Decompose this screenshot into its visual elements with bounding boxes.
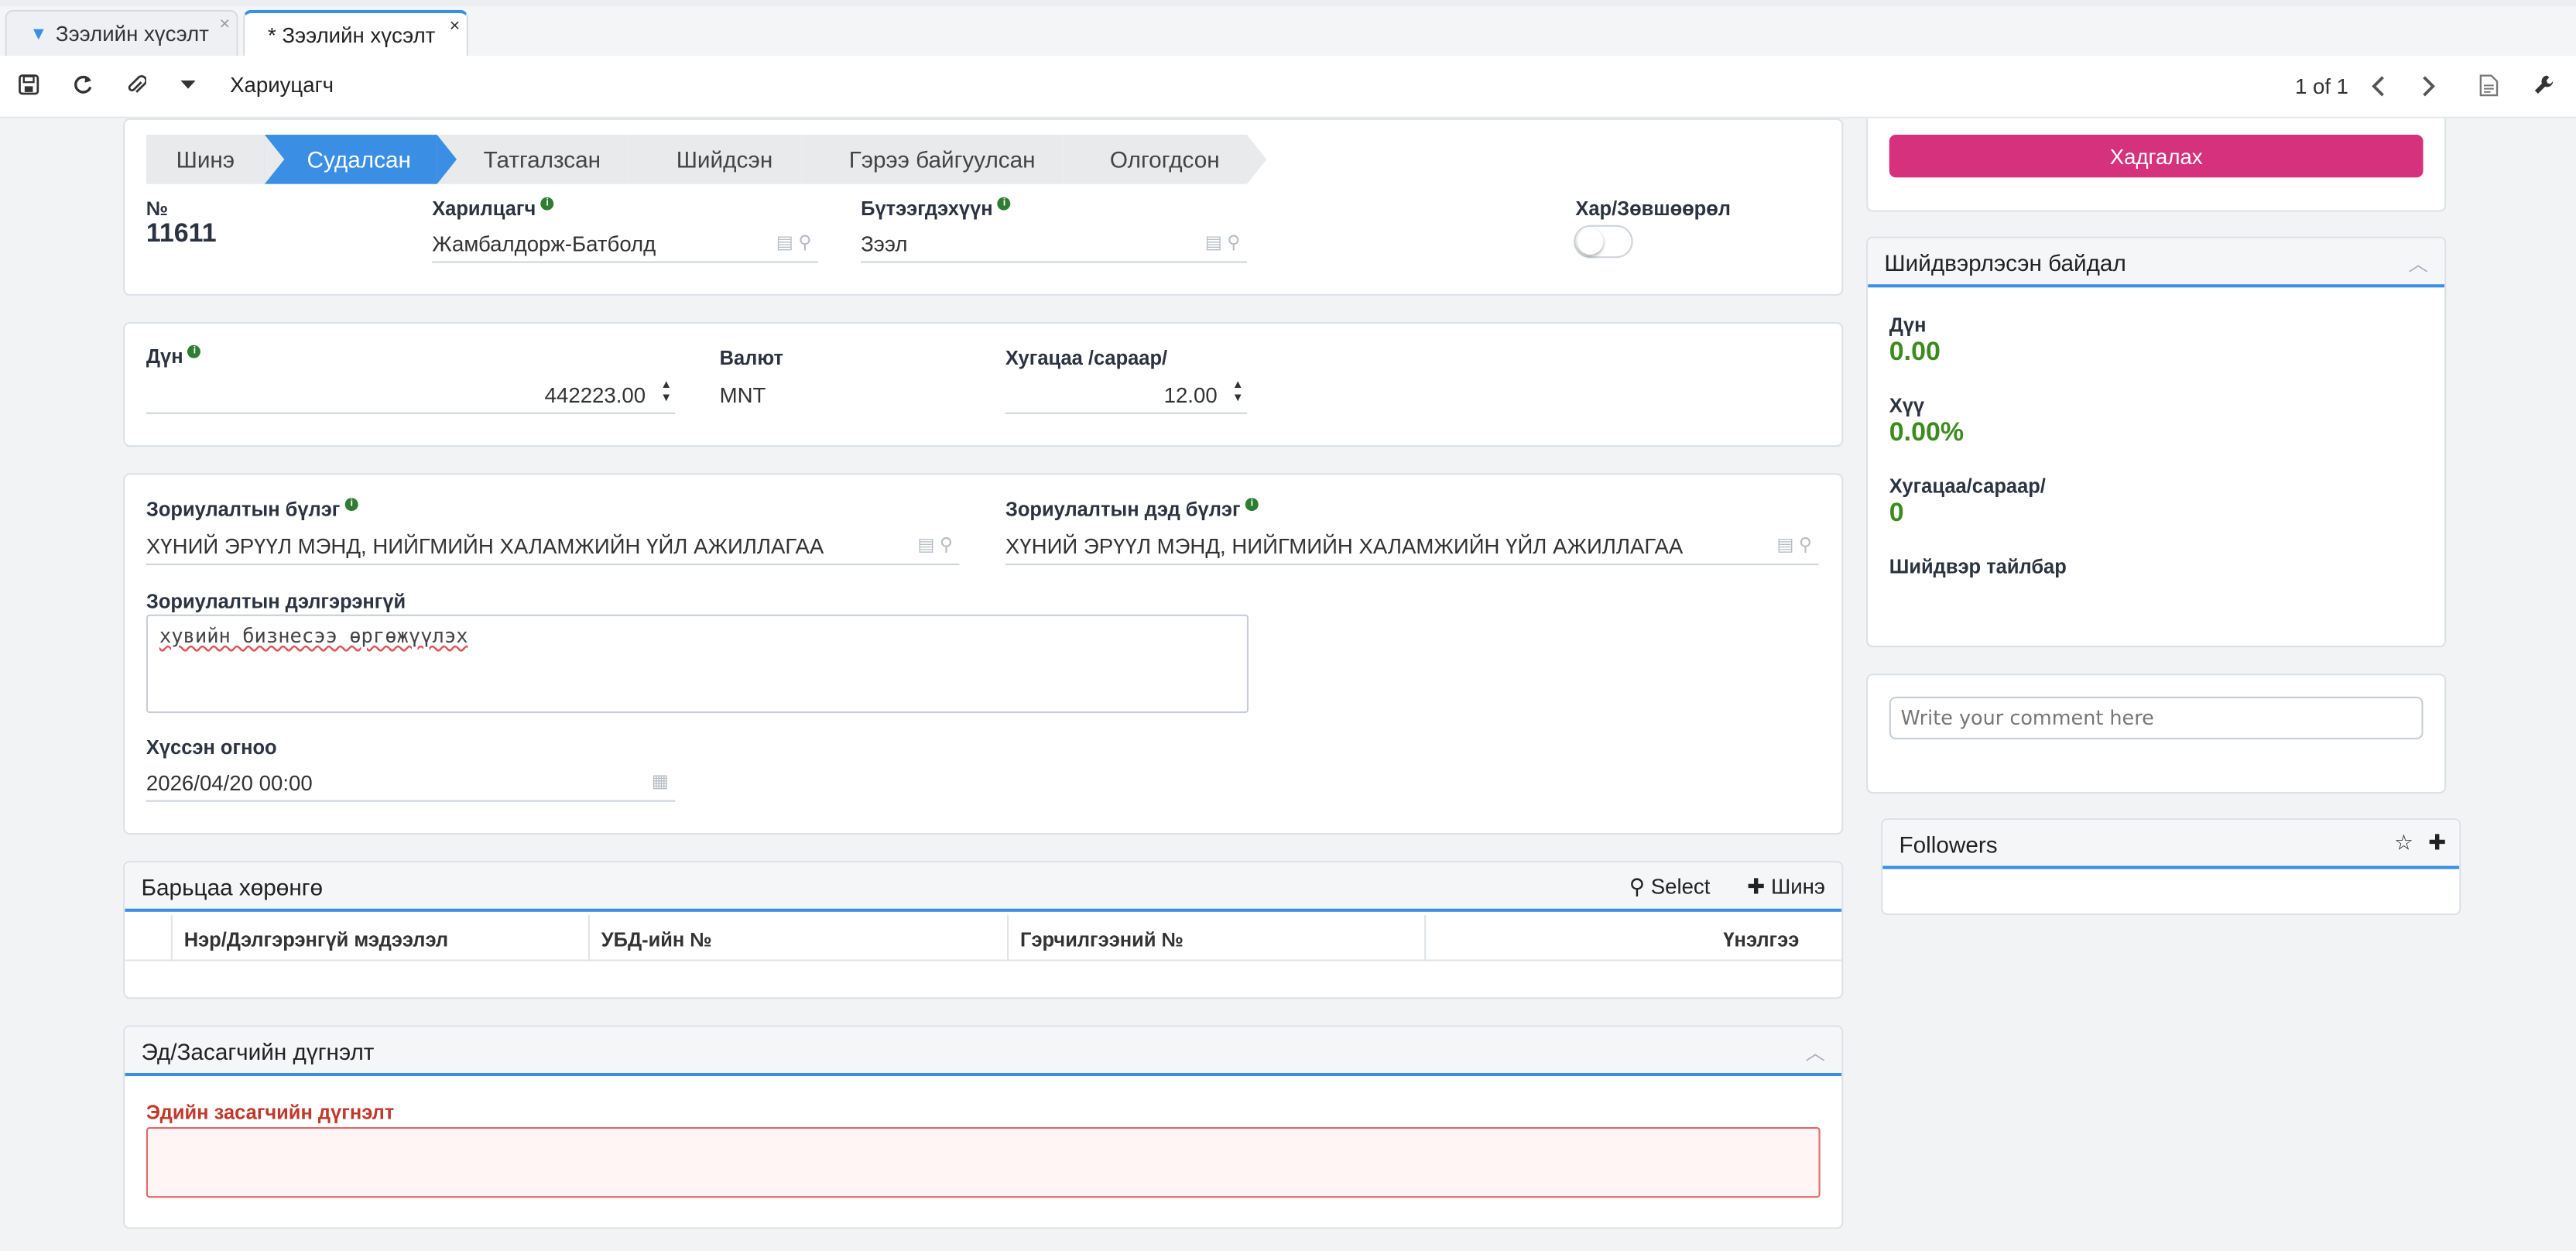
decision-term-value: 0 [1889, 499, 1904, 528]
amount-label: Дүн i [146, 344, 201, 368]
column-header-ubd[interactable]: УБД-ийн № [601, 928, 712, 951]
purpose-detail-textarea[interactable]: хувийн бизнесээ өргөжүүлэх [146, 614, 1249, 714]
decision-rate-value: 0.00% [1889, 419, 1965, 447]
info-icon: i [344, 498, 358, 512]
economist-title: Эд/Засагчийн дүгнэлт [141, 1038, 375, 1065]
followers-header: Followers ☆ ✚ [1882, 820, 2460, 869]
toolbar: Хариуцагч 1 of 1 [0, 56, 2576, 118]
number-label: № [146, 197, 169, 221]
plus-icon: ✚ [1747, 874, 1766, 899]
chevron-up-icon[interactable]: ︿ [2408, 250, 2428, 278]
search-icon: ⚲ [1629, 874, 1646, 899]
followers-title: Followers [1899, 831, 1998, 858]
decision-note-label: Шийдвэр тайлбар [1889, 555, 2067, 579]
decision-amount-label: Дүн [1889, 314, 1927, 338]
economist-header: Эд/Засагчийн дүгнэлт ︿ [125, 1027, 1842, 1077]
purpose-group-label: Зориулалтын бүлэг i [146, 498, 358, 521]
requested-date-label: Хүссэн огноо [146, 735, 277, 759]
info-icon: i [997, 197, 1011, 211]
select-button[interactable]: ⚲ Select [1629, 874, 1711, 900]
status-contracted[interactable]: Гэрээ байгуулсан [801, 135, 1083, 184]
currency-label: Валют [719, 346, 783, 370]
approval-label: Хар/Зөвшөөрөл [1575, 197, 1731, 221]
collateral-header: Барьцаа хөрөнгө ⚲ Select ✚ Шинэ [125, 862, 1842, 912]
tab-bar: ▼ Зээлийн хүсэлт × * Зээлийн хүсэлт × [0, 6, 2576, 57]
decision-amount-value: 0.00 [1889, 338, 1941, 367]
stepper-icon[interactable]: ▲ ▼ [1232, 379, 1244, 406]
prev-icon[interactable] [2371, 76, 2386, 98]
economist-textarea[interactable] [146, 1126, 1821, 1198]
attachment-icon[interactable] [126, 72, 146, 97]
column-header-valuation[interactable]: Үнэлгээ [1723, 928, 1799, 951]
purpose-subgroup-field[interactable]: ХҮНИЙ ЭРҮҮЛ МЭНД, НИЙГМИЙН ХАЛАМЖИЙН ҮЙЛ… [1005, 529, 1819, 566]
lookup-icons[interactable]: ▤ ⚲ [917, 534, 953, 555]
term-input[interactable]: 12.00 ▲ ▼ [1005, 378, 1247, 414]
collateral-title: Барьцаа хөрөнгө [141, 874, 324, 901]
close-icon[interactable]: × [450, 16, 461, 36]
purpose-detail-label: Зориулалтын дэлгэрэнгүй [146, 589, 406, 613]
product-field[interactable]: Зээл ▤ ⚲ [861, 227, 1247, 263]
term-label: Хугацаа /сараар/ [1005, 346, 1168, 370]
lookup-icons[interactable]: ▤ ⚲ [1205, 231, 1241, 252]
lookup-icons[interactable]: ▤ ⚲ [776, 231, 812, 252]
add-follower-icon[interactable]: ✚ [2428, 830, 2446, 856]
document-icon[interactable] [2479, 74, 2499, 98]
calendar-icon[interactable]: ▦ [652, 770, 669, 792]
decision-rate-label: Хүү [1889, 394, 1925, 418]
decision-header: Шийдвэрлэсэн байдал ︿ [1868, 238, 2445, 288]
chevron-down-icon[interactable] [180, 80, 196, 91]
lookup-icons[interactable]: ▤ ⚲ [1776, 534, 1812, 555]
status-disbursed[interactable]: Олгогдсон [1063, 135, 1267, 184]
column-header-certificate[interactable]: Гэрчилгээний № [1020, 928, 1184, 951]
refresh-icon[interactable] [72, 74, 94, 96]
save-icon[interactable] [18, 74, 39, 96]
purpose-subgroup-label: Зориулалтын дэд бүлэг i [1005, 498, 1259, 521]
status-rejected[interactable]: Татгалзсан [437, 135, 648, 184]
tab-label: Зээлийн хүсэлт [55, 21, 209, 46]
wrench-icon[interactable] [2533, 74, 2555, 96]
decision-title: Шийдвэрлэсэн байдал [1884, 249, 2126, 276]
next-icon[interactable] [2421, 76, 2436, 98]
request-number: 11611 [146, 220, 217, 248]
add-collateral-button[interactable]: ✚ Шинэ [1747, 874, 1825, 900]
info-icon: i [1245, 498, 1259, 512]
star-icon[interactable]: ☆ [2394, 830, 2413, 856]
tab-loan-request-list[interactable]: ▼ Зээлийн хүсэлт × [5, 9, 238, 57]
status-reviewed[interactable]: Судалсан [264, 135, 457, 184]
customer-field[interactable]: Жамбалдорж-Батболд ▤ ⚲ [432, 227, 818, 263]
info-icon: i [540, 197, 554, 211]
approval-toggle[interactable] [1574, 224, 1633, 259]
column-header-name[interactable]: Нэр/Дэлгэрэнгүй мэдээлэл [184, 928, 448, 951]
tab-loan-request-edit[interactable]: * Зээлийн хүсэлт × [243, 9, 468, 57]
amount-input[interactable]: 442223.00 ▲ ▼ [146, 378, 676, 414]
save-button[interactable]: Хадгалах [1889, 135, 2424, 178]
toolbar-title: Хариуцагч [230, 72, 334, 98]
pager-label: 1 of 1 [2294, 74, 2349, 99]
status-new[interactable]: Шинэ [146, 135, 285, 184]
info-icon: i [187, 344, 201, 358]
economist-field-label: Эдийн засагчийн дүгнэлт [146, 1101, 395, 1124]
toggle-knob [1577, 228, 1604, 255]
tab-label: * Зээлийн хүсэлт [267, 22, 436, 47]
purpose-group-field[interactable]: ХҮНИЙ ЭРҮҮЛ МЭНД, НИЙГМИЙН ХАЛАМЖИЙН ҮЙЛ… [146, 529, 960, 566]
requested-date-input[interactable]: 2026/04/20 00:00 ▦ [146, 766, 676, 802]
filter-icon: ▼ [29, 23, 48, 44]
decision-term-label: Хугацаа/сараар/ [1889, 475, 2046, 499]
followers-card: Followers ☆ ✚ [1881, 817, 2461, 916]
product-label: Бүтээгдэхүүн i [861, 197, 1011, 220]
customer-label: Харилцагч i [432, 197, 554, 220]
currency-value: MNT [719, 382, 766, 408]
status-decided[interactable]: Шийдсэн [627, 135, 822, 184]
chevron-up-icon[interactable]: ︿ [1805, 1038, 1825, 1066]
stepper-icon[interactable]: ▲ ▼ [660, 379, 672, 406]
close-icon[interactable]: × [219, 15, 230, 34]
comment-input[interactable]: Write your comment here [1889, 696, 2424, 740]
